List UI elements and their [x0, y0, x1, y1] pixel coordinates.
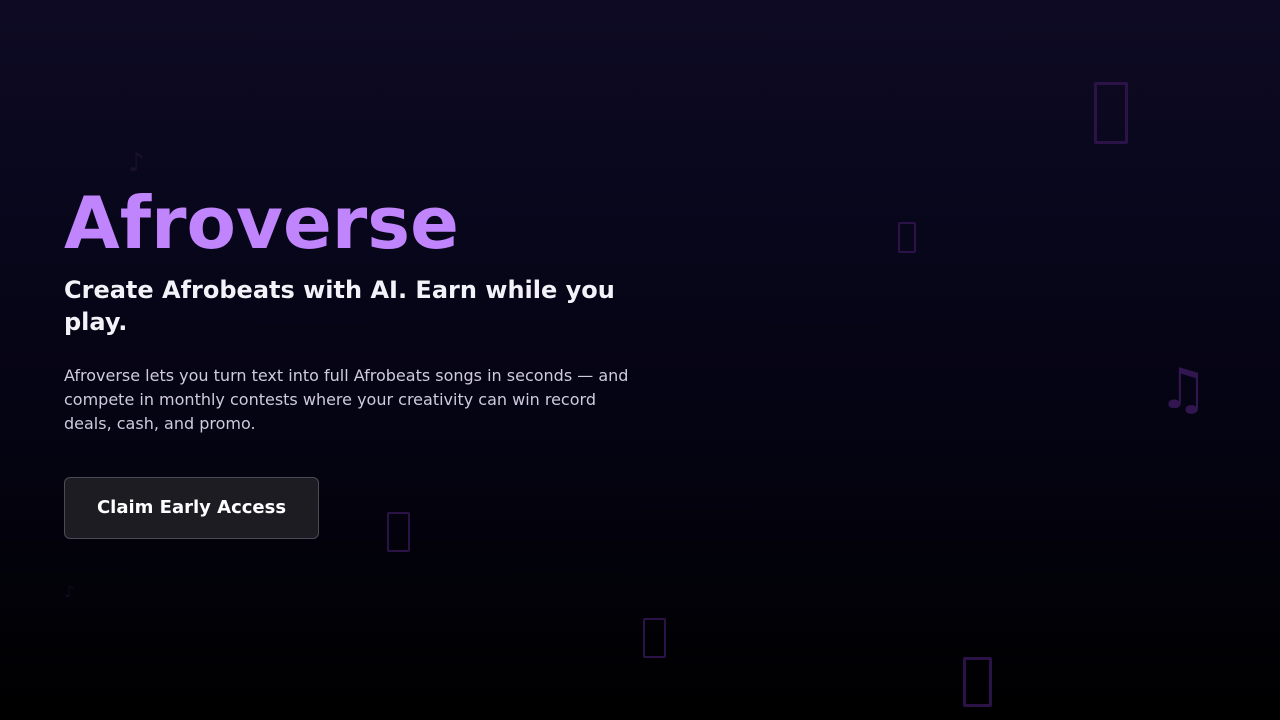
claim-early-access-button[interactable]: Claim Early Access — [64, 477, 319, 539]
hero-tagline: Create Afrobeats with AI. Earn while you… — [64, 276, 615, 336]
floating-music-glyph-icon — [963, 657, 992, 707]
music-note-icon: ♫ — [1158, 357, 1209, 422]
music-note-icon: ♪ — [128, 148, 145, 178]
hero-description: Afroverse lets you turn text into full A… — [64, 366, 629, 433]
floating-music-glyph-icon — [1094, 82, 1128, 144]
hero-section: Afroverse Create Afrobeats with AI. Earn… — [64, 180, 644, 539]
brand-title: Afroverse — [64, 181, 459, 265]
music-note-icon: ♪ — [64, 582, 75, 601]
floating-music-glyph-icon — [898, 222, 916, 253]
floating-music-glyph-icon — [643, 618, 666, 658]
